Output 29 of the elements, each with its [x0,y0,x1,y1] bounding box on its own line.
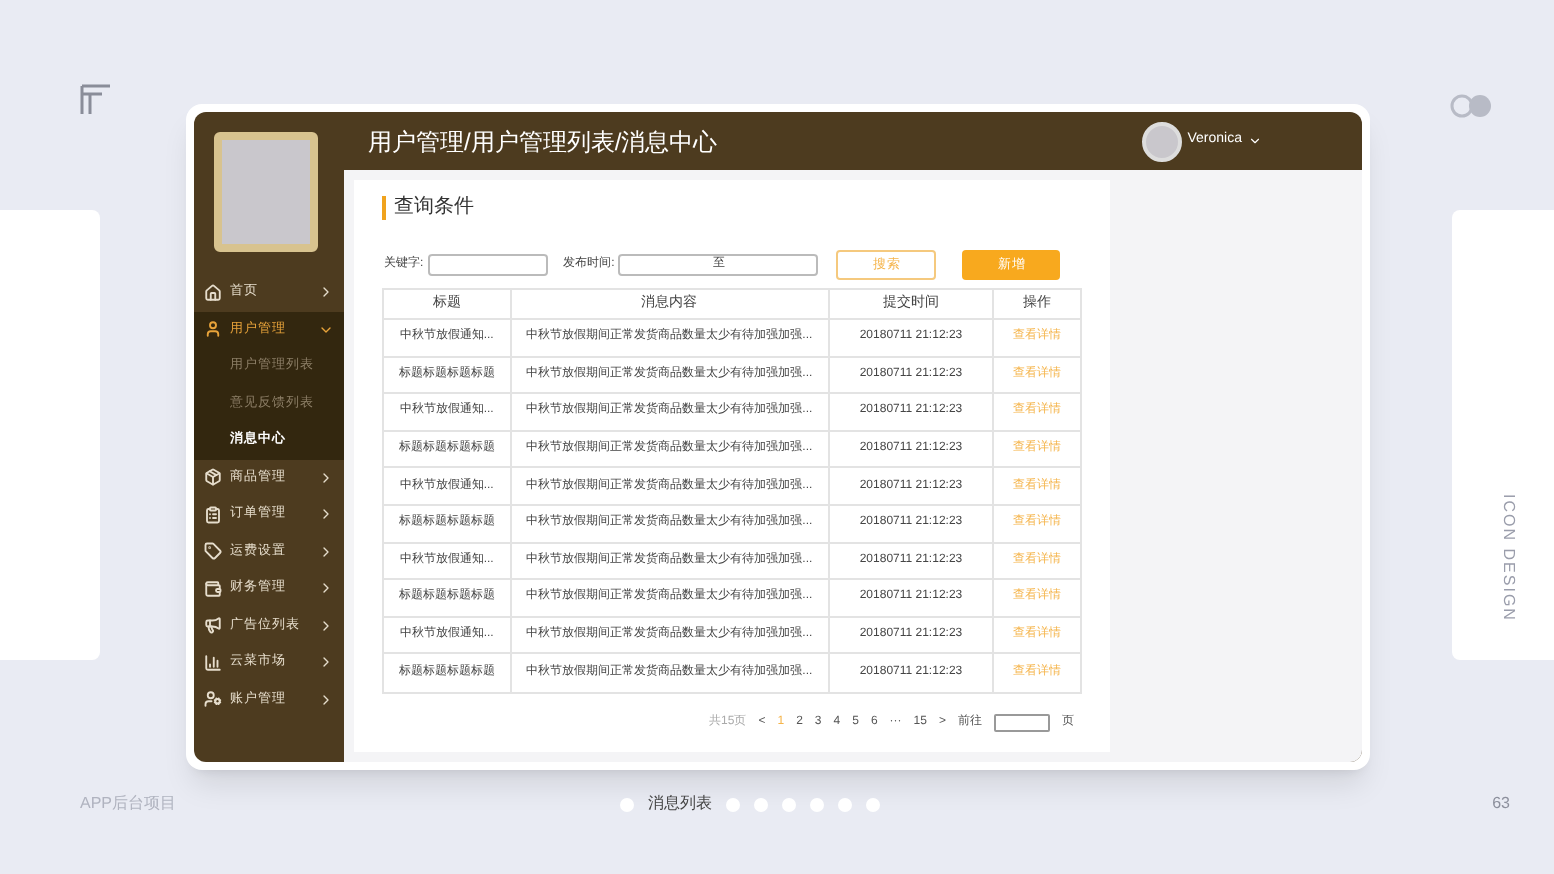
user-avatar [1141,121,1182,161]
user-icon [204,320,222,339]
chevron-right-icon [318,691,334,708]
chevron-down-icon [1248,134,1262,148]
bar-chart-icon [204,653,222,672]
box-icon [204,468,222,487]
chevron-right-icon [318,469,334,486]
tag-icon [204,542,222,561]
layout-icon [80,84,112,116]
section-title: 查询条件 [382,196,1082,220]
toggle-icon [1450,94,1494,118]
user-gear-icon [204,690,222,709]
chevron-right-icon [318,506,334,523]
avatar-placeholder [214,132,318,252]
chevron-right-icon [318,580,334,597]
nav-label[interactable]: 消息列表 [648,792,712,816]
chevron-right-icon [318,284,334,301]
clipboard-icon [204,505,222,524]
side-label: ICON DESIGN [1497,494,1520,622]
breadcrumb: 用户管理/用户管理列表/消息中心 [368,125,718,159]
chevron-right-icon [318,617,334,634]
chevron-right-icon [318,543,334,560]
page-input[interactable] [994,713,1050,732]
keyword-field[interactable] [427,254,548,276]
home-icon [204,283,222,302]
chevron-right-icon [318,654,334,671]
megaphone-icon [204,616,222,635]
page-number: 63 [1492,792,1510,816]
wallet-icon [204,579,222,598]
